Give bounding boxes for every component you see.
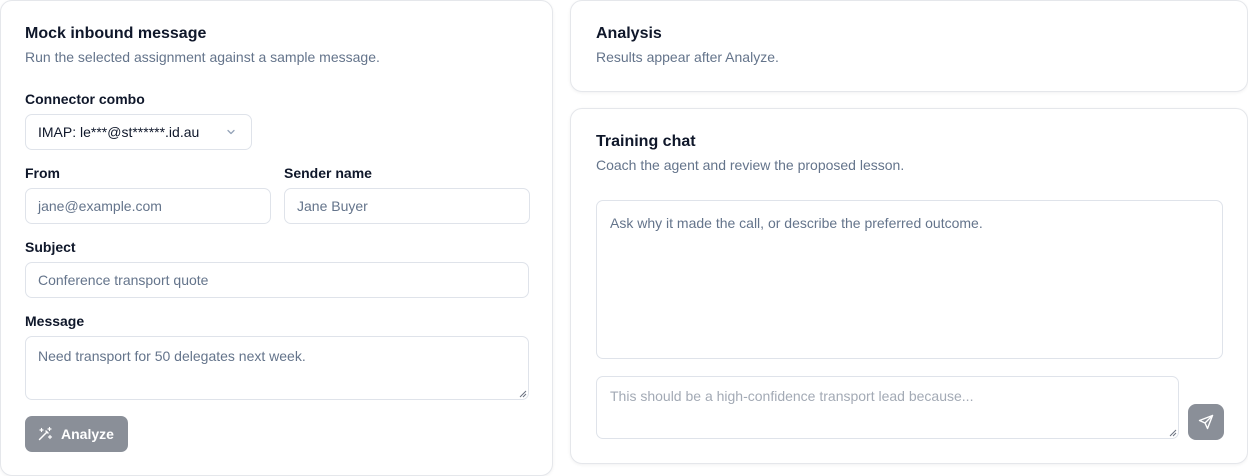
analyze-button-label: Analyze [61,426,114,442]
connector-label: Connector combo [25,91,145,107]
subject-placeholder: Conference transport quote [38,272,209,288]
mock-card-header: Mock inbound message Run the selected as… [25,24,528,66]
message-label: Message [25,313,85,329]
analyze-button[interactable]: Analyze [25,416,128,452]
sender-name-placeholder: Jane Buyer [297,198,368,214]
from-placeholder: jane@example.com [38,198,162,214]
chat-message-input[interactable]: This should be a high-confidence transpo… [596,376,1179,439]
resize-handle-icon[interactable] [1169,429,1177,437]
chat-transcript-area: Ask why it made the call, or describe th… [596,200,1223,359]
from-field[interactable]: jane@example.com [25,188,271,224]
resize-handle-icon[interactable] [519,390,527,398]
analysis-description: Results appear after Analyze. [596,49,779,65]
training-description: Coach the agent and review the proposed … [596,157,905,173]
training-chat-card: Training chat Coach the agent and review… [570,108,1248,464]
sender-name-field[interactable]: Jane Buyer [284,188,530,224]
analysis-title: Analysis [596,25,662,42]
connector-combo-select[interactable]: IMAP: le***@st******.id.au [25,114,252,150]
subject-field[interactable]: Conference transport quote [25,262,529,298]
training-title: Training chat [596,133,696,150]
sender-name-label: Sender name [284,165,372,181]
mock-inbound-card: Mock inbound message Run the selected as… [0,0,553,476]
connector-combo-value: IMAP: le***@st******.id.au [38,124,200,140]
send-icon [1198,414,1214,430]
chevron-down-icon [227,129,235,135]
wand-sparkles-icon [38,426,53,441]
mock-card-description: Run the selected assignment against a sa… [25,49,380,65]
training-card-header: Training chat Coach the agent and review… [596,132,904,174]
analysis-card-header: Analysis Results appear after Analyze. [596,24,779,66]
chat-input-placeholder: This should be a high-confidence transpo… [610,388,974,404]
from-label: From [25,165,60,181]
message-placeholder: Need transport for 50 delegates next wee… [38,348,306,364]
mock-card-title: Mock inbound message [25,25,207,42]
message-textarea[interactable]: Need transport for 50 delegates next wee… [25,336,529,400]
analysis-card: Analysis Results appear after Analyze. [570,0,1248,92]
subject-label: Subject [25,239,76,255]
chat-empty-hint: Ask why it made the call, or describe th… [610,215,983,231]
send-button[interactable] [1188,404,1224,440]
